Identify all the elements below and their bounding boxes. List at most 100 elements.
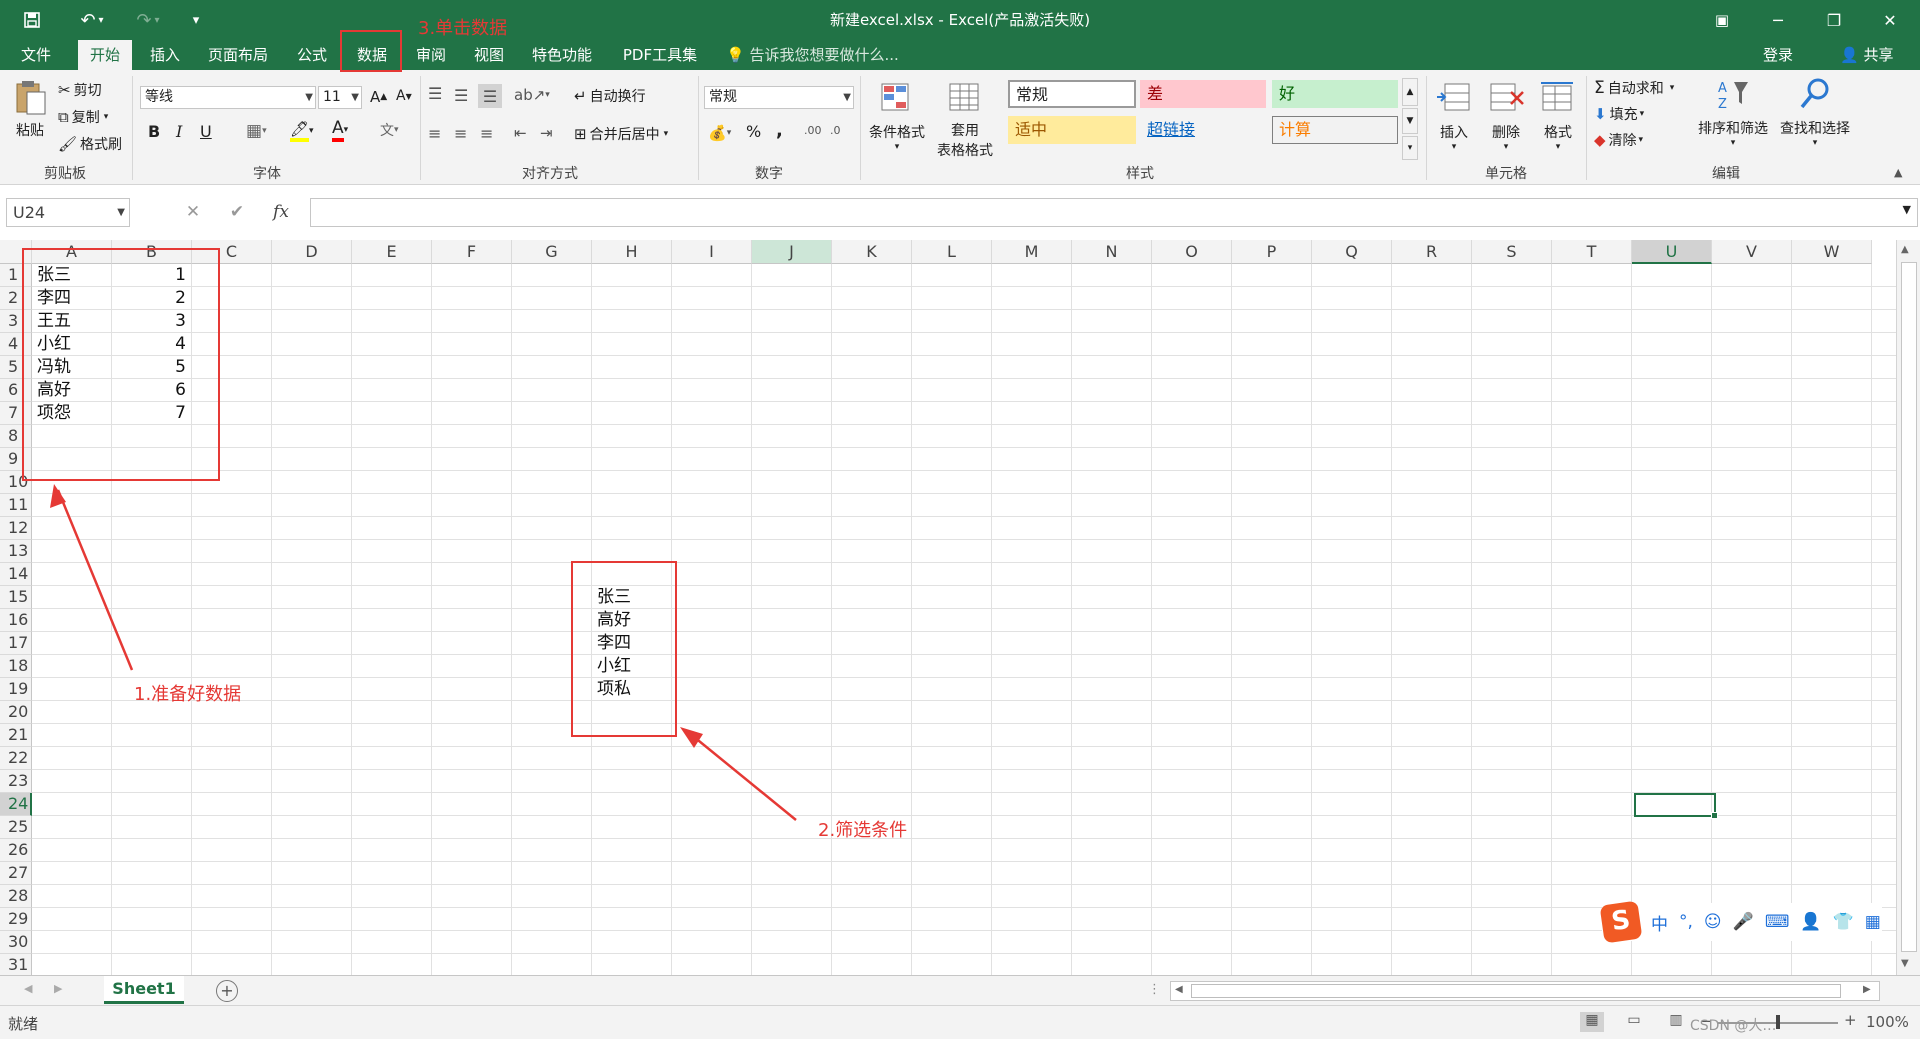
font-family-select[interactable]: 等线 ▼ xyxy=(140,86,316,109)
fill-color-button[interactable]: 🖊 ▾ xyxy=(290,120,314,142)
style-normal[interactable]: 常规 xyxy=(1008,80,1136,108)
borders-icon[interactable]: ▦ ▾ xyxy=(246,121,267,141)
sort-filter-button[interactable]: AZ 排序和筛选 ▾ xyxy=(1694,76,1772,148)
save-icon[interactable] xyxy=(18,6,46,34)
style-bad[interactable]: 差 xyxy=(1140,80,1266,108)
align-left-icon[interactable]: ≡ xyxy=(428,124,441,143)
delete-cells-button[interactable]: 删除 ▾ xyxy=(1480,80,1532,152)
styles-scroll-down-icon[interactable]: ▼ xyxy=(1402,108,1418,134)
add-sheet-button[interactable]: + xyxy=(216,980,238,1002)
tab-file[interactable]: 文件 xyxy=(8,40,64,70)
font-size-select[interactable]: 11 ▼ xyxy=(318,86,362,109)
ime-voice-icon[interactable]: 🎤 xyxy=(1733,912,1754,932)
align-bottom-icon[interactable]: ☰ xyxy=(478,84,502,108)
insert-cells-button[interactable]: 插入 ▾ xyxy=(1428,80,1480,152)
style-neutral[interactable]: 适中 xyxy=(1008,116,1136,144)
normal-view-icon[interactable]: ▦ xyxy=(1580,1012,1604,1032)
share-button[interactable]: 👤 共享 xyxy=(1840,40,1893,70)
insert-function-button[interactable]: fx xyxy=(266,198,296,227)
align-top-icon[interactable]: ☰ xyxy=(428,84,442,103)
zoom-level[interactable]: 100% xyxy=(1866,1013,1909,1031)
confirm-entry-icon[interactable]: ✔ xyxy=(222,198,252,227)
tab-home[interactable]: 开始 xyxy=(78,40,132,70)
worksheet-grid[interactable]: ABCDEFGHIJKLMNOPQRSTUVW 1 2 3 4 5 6 7 8 9 10 11 12 1… xyxy=(0,240,1920,975)
ribbon-display-options-icon[interactable]: ▣ xyxy=(1694,0,1750,40)
horizontal-scroll-thumb[interactable] xyxy=(1191,984,1841,998)
ime-punctuation-icon[interactable]: °, xyxy=(1679,912,1693,932)
style-good[interactable]: 好 xyxy=(1272,80,1398,108)
accounting-format-icon[interactable]: 💰 ▾ xyxy=(708,124,731,142)
format-as-table-button[interactable]: 套用 表格格式 xyxy=(930,80,1000,160)
tab-page-layout[interactable]: 页面布局 xyxy=(200,40,276,70)
sogou-logo-icon[interactable]: S xyxy=(1599,900,1643,944)
styles-scroll-up-icon[interactable]: ▲ xyxy=(1402,78,1418,106)
scroll-down-icon[interactable]: ▼ xyxy=(1901,958,1909,969)
scroll-up-icon[interactable]: ▲ xyxy=(1901,244,1909,255)
customize-quick-access-icon[interactable]: ▾ xyxy=(184,6,208,34)
merge-center-button[interactable]: ⊞ 合并后居中 ▾ xyxy=(574,124,668,144)
tab-review[interactable]: 审阅 xyxy=(406,40,456,70)
decrease-indent-icon[interactable]: ⇤ xyxy=(514,124,527,142)
redo-button[interactable]: ↷ ▾ xyxy=(128,6,168,34)
percent-button[interactable]: % xyxy=(746,122,761,141)
ime-toolbar[interactable]: S 中 °, ☺ 🎤 ⌨ 👤 👕 ▦ xyxy=(1599,900,1882,944)
scroll-left-icon[interactable]: ◀ xyxy=(1175,984,1183,995)
paste-button[interactable]: 粘贴 xyxy=(6,78,54,140)
comma-button[interactable]: , xyxy=(776,120,783,141)
collapse-ribbon-icon[interactable]: ▲ xyxy=(1894,166,1902,179)
page-layout-view-icon[interactable]: ▭ xyxy=(1622,1012,1646,1032)
decrease-decimal-icon[interactable]: .0 xyxy=(830,124,841,137)
close-button[interactable]: ✕ xyxy=(1862,0,1918,40)
align-middle-icon[interactable]: ☰ xyxy=(454,86,468,105)
scroll-right-icon[interactable]: ▶ xyxy=(1863,984,1871,995)
ime-account-icon[interactable]: 👤 xyxy=(1800,912,1821,932)
tab-features[interactable]: 特色功能 xyxy=(524,40,600,70)
tab-split-handle[interactable]: ⋮ xyxy=(1148,982,1161,997)
next-sheet-icon[interactable]: ▶ xyxy=(54,982,62,995)
bold-button[interactable]: B xyxy=(148,122,160,141)
tab-pdf-tools[interactable]: PDF工具集 xyxy=(612,40,708,70)
increase-indent-icon[interactable]: ⇥ xyxy=(540,124,553,142)
grow-font-icon[interactable]: A ▲ xyxy=(370,88,387,106)
tab-insert[interactable]: 插入 xyxy=(140,40,190,70)
font-color-button[interactable]: A ▾ xyxy=(332,118,348,142)
undo-button[interactable]: ↶ ▾ xyxy=(72,6,112,34)
align-right-icon[interactable]: ≡ xyxy=(480,124,493,143)
style-calculation[interactable]: 计算 xyxy=(1272,116,1398,144)
clear-button[interactable]: ◆ 清除 ▾ xyxy=(1594,130,1643,150)
tab-view[interactable]: 视图 xyxy=(464,40,514,70)
shrink-font-icon[interactable]: A ▼ xyxy=(396,88,412,104)
number-format-select[interactable]: 常规 ▼ xyxy=(704,86,854,109)
style-hyperlink[interactable]: 超链接 xyxy=(1140,116,1266,144)
ime-chinese-mode[interactable]: 中 xyxy=(1651,910,1668,935)
cut-button[interactable]: ✂ 剪切 xyxy=(58,80,102,100)
zoom-in-icon[interactable]: + xyxy=(1844,1011,1857,1029)
restore-button[interactable]: ❐ xyxy=(1806,0,1862,40)
wrap-text-button[interactable]: ↵ 自动换行 xyxy=(574,86,646,106)
ime-skin-icon[interactable]: 👕 xyxy=(1833,912,1854,932)
conditional-format-button[interactable]: 条件格式 ▾ xyxy=(864,80,930,152)
increase-decimal-icon[interactable]: .00 xyxy=(804,124,822,137)
tab-formulas[interactable]: 公式 xyxy=(286,40,338,70)
format-painter-button[interactable]: 🖌 格式刷 xyxy=(58,134,122,154)
styles-more-icon[interactable]: ▾ xyxy=(1402,136,1418,160)
italic-button[interactable]: I xyxy=(176,122,182,141)
vertical-scrollbar[interactable]: ▲ ▼ xyxy=(1896,240,1920,975)
horizontal-scrollbar[interactable]: ◀ ▶ xyxy=(1170,981,1880,1001)
login-link[interactable]: 登录 xyxy=(1763,40,1793,70)
minimize-button[interactable]: ─ xyxy=(1750,0,1806,40)
page-break-view-icon[interactable]: ▥ xyxy=(1664,1012,1688,1032)
find-select-button[interactable]: 查找和选择 ▾ xyxy=(1774,76,1856,148)
prev-sheet-icon[interactable]: ◀ xyxy=(24,982,32,995)
underline-button[interactable]: U xyxy=(200,122,212,141)
phonetic-icon[interactable]: 文 ▾ xyxy=(380,120,399,140)
autosum-button[interactable]: Σ 自动求和 ▾ xyxy=(1594,78,1674,98)
fill-button[interactable]: ⬇ 填充 ▾ xyxy=(1594,104,1644,124)
formula-input[interactable]: ▼ xyxy=(310,198,1918,227)
vertical-scroll-thumb[interactable] xyxy=(1901,262,1917,952)
ime-emoji-icon[interactable]: ☺ xyxy=(1704,912,1722,932)
ime-keyboard-icon[interactable]: ⌨ xyxy=(1765,912,1790,932)
tell-me-search[interactable]: 💡 告诉我您想要做什么... xyxy=(726,40,899,70)
orientation-icon[interactable]: ab↗ ▾ xyxy=(514,86,550,104)
cancel-entry-icon[interactable]: ✕ xyxy=(178,198,208,227)
